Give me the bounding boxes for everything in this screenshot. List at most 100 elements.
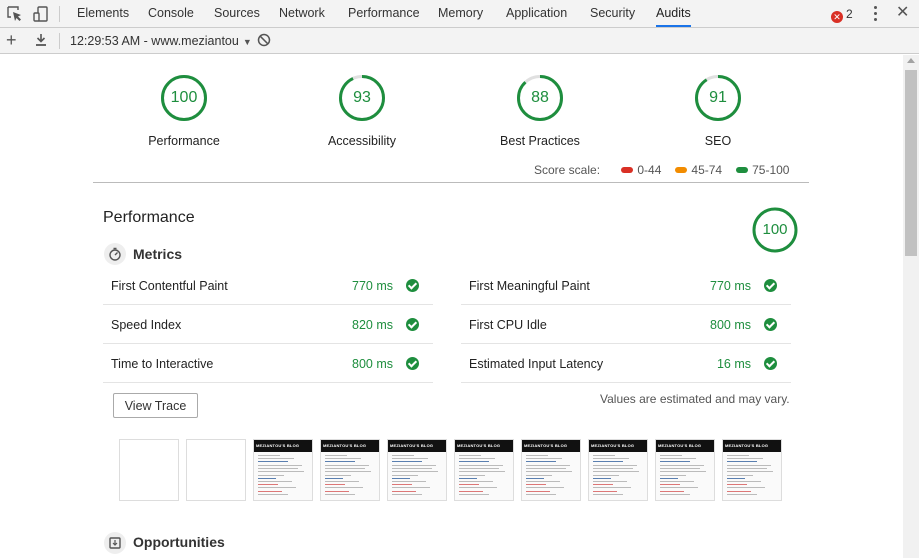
frame-header: MEZIANTOU'S BLOG [589, 440, 647, 452]
gauge-score: 91 [709, 89, 727, 106]
pass-check-icon [406, 357, 419, 370]
frame-text-line [325, 494, 355, 495]
view-trace-button[interactable]: View Trace [113, 393, 198, 418]
filmstrip-frame: MEZIANTOU'S BLOG [521, 439, 581, 501]
filmstrip-frame: MEZIANTOU'S BLOG [253, 439, 313, 501]
gauge-accessibility[interactable]: 93 Accessibility [297, 74, 427, 148]
gauge-label: Best Practices [500, 134, 580, 148]
frame-text-line [325, 478, 343, 479]
frame-text-line [660, 491, 684, 492]
frame-text-line [258, 494, 288, 495]
scale-swatch [736, 167, 749, 173]
tab-memory[interactable]: Memory [438, 0, 483, 27]
frame-header: MEZIANTOU'S BLOG [254, 440, 312, 452]
frame-text-line [727, 468, 767, 469]
pass-check-icon [764, 357, 777, 370]
device-toolbar-icon[interactable] [32, 5, 50, 23]
frame-text-line [258, 478, 276, 479]
frame-text-line [526, 494, 556, 495]
frame-text-line [258, 465, 302, 466]
frame-text-line [258, 481, 292, 482]
frame-text-line [526, 487, 564, 488]
scrollbar-thumb[interactable] [905, 70, 917, 256]
download-icon[interactable] [34, 33, 48, 47]
metric-value: 800 ms [710, 318, 751, 332]
frame-text-line [459, 494, 489, 495]
frame-header: MEZIANTOU'S BLOG [656, 440, 714, 452]
gauge-label: Accessibility [327, 134, 397, 148]
frame-text-line [526, 484, 546, 485]
gauge-best-practices[interactable]: 88 Best Practices [475, 74, 605, 148]
frame-header: MEZIANTOU'S BLOG [388, 440, 446, 452]
frame-header: MEZIANTOU'S BLOG [522, 440, 580, 452]
frame-text-line [325, 481, 359, 482]
frame-text-line [392, 494, 422, 495]
frame-text-line [392, 471, 438, 472]
filmstrip-frame: MEZIANTOU'S BLOG [588, 439, 648, 501]
frame-text-line [727, 478, 745, 479]
gauge-performance[interactable]: 100 Performance [119, 74, 249, 148]
frame-text-line [593, 484, 613, 485]
gauge-seo[interactable]: 91 SEO [653, 74, 783, 148]
frame-text-line [593, 475, 619, 476]
scroll-up-arrow-icon[interactable] [907, 58, 915, 63]
pass-check-icon [406, 318, 419, 331]
error-count-badge[interactable]: ✕ 2 [831, 6, 853, 23]
frame-text-line [392, 461, 422, 462]
estimate-note: Values are estimated and may vary. [600, 392, 790, 406]
frame-text-line [526, 491, 550, 492]
frame-text-line [325, 458, 361, 459]
block-icon[interactable] [257, 33, 271, 47]
gauge-score: 100 [170, 89, 198, 106]
frame-text-line [727, 461, 757, 462]
frame-text-line [727, 475, 753, 476]
scale-swatch [675, 167, 688, 173]
performance-section-score: 100 [762, 221, 788, 238]
frame-text-line [593, 494, 623, 495]
score-scale: Score scale: 0-44 45-74 75-100 [534, 163, 803, 177]
frame-text-line [593, 461, 623, 462]
metric-row: Time to Interactive 800 ms [103, 344, 433, 383]
metric-row: First CPU Idle 800 ms [461, 305, 791, 344]
frame-text-line [392, 468, 432, 469]
tab-network[interactable]: Network [279, 0, 325, 27]
tab-sources[interactable]: Sources [214, 0, 260, 27]
frame-text-line [258, 461, 288, 462]
report-label: 12:29:53 AM - www.meziantou [70, 34, 239, 48]
metric-value: 16 ms [716, 357, 751, 371]
frame-header: MEZIANTOU'S BLOG [455, 440, 513, 452]
tab-audits[interactable]: Audits [656, 0, 691, 27]
scale-range-label: 45-74 [691, 163, 723, 177]
frame-text-line [325, 484, 345, 485]
metric-value: 770 ms [710, 279, 751, 293]
divider [93, 182, 809, 183]
frame-text-line [526, 475, 552, 476]
metric-value: 800 ms [352, 357, 393, 371]
tab-performance[interactable]: Performance [348, 0, 420, 27]
filmstrip-frame [119, 439, 179, 501]
frame-text-line [593, 487, 631, 488]
frame-text-line [593, 458, 629, 459]
frame-text-line [392, 455, 414, 456]
frame-text-line [526, 458, 562, 459]
frame-text-line [727, 455, 749, 456]
frame-text-line [258, 484, 278, 485]
more-vert-icon[interactable] [873, 6, 877, 22]
frame-text-line [593, 471, 639, 472]
opportunities-title: Opportunities [133, 534, 225, 550]
gauge-label: SEO [704, 134, 732, 148]
frame-text-line [258, 491, 282, 492]
tab-application[interactable]: Application [506, 0, 567, 27]
inspect-element-icon[interactable] [6, 5, 24, 23]
tab-security[interactable]: Security [590, 0, 635, 27]
close-icon[interactable]: ✕ [896, 4, 909, 22]
frame-header: MEZIANTOU'S BLOG [723, 440, 781, 452]
scrollbar[interactable] [903, 55, 919, 558]
frame-text-line [325, 487, 363, 488]
report-select[interactable]: 12:29:53 AM - www.meziantou ▼ [70, 33, 252, 50]
frame-text-line [727, 458, 763, 459]
tab-elements[interactable]: Elements [77, 0, 129, 27]
plus-icon[interactable]: + [6, 30, 17, 50]
tab-console[interactable]: Console [148, 0, 194, 27]
frame-text-line [258, 468, 298, 469]
